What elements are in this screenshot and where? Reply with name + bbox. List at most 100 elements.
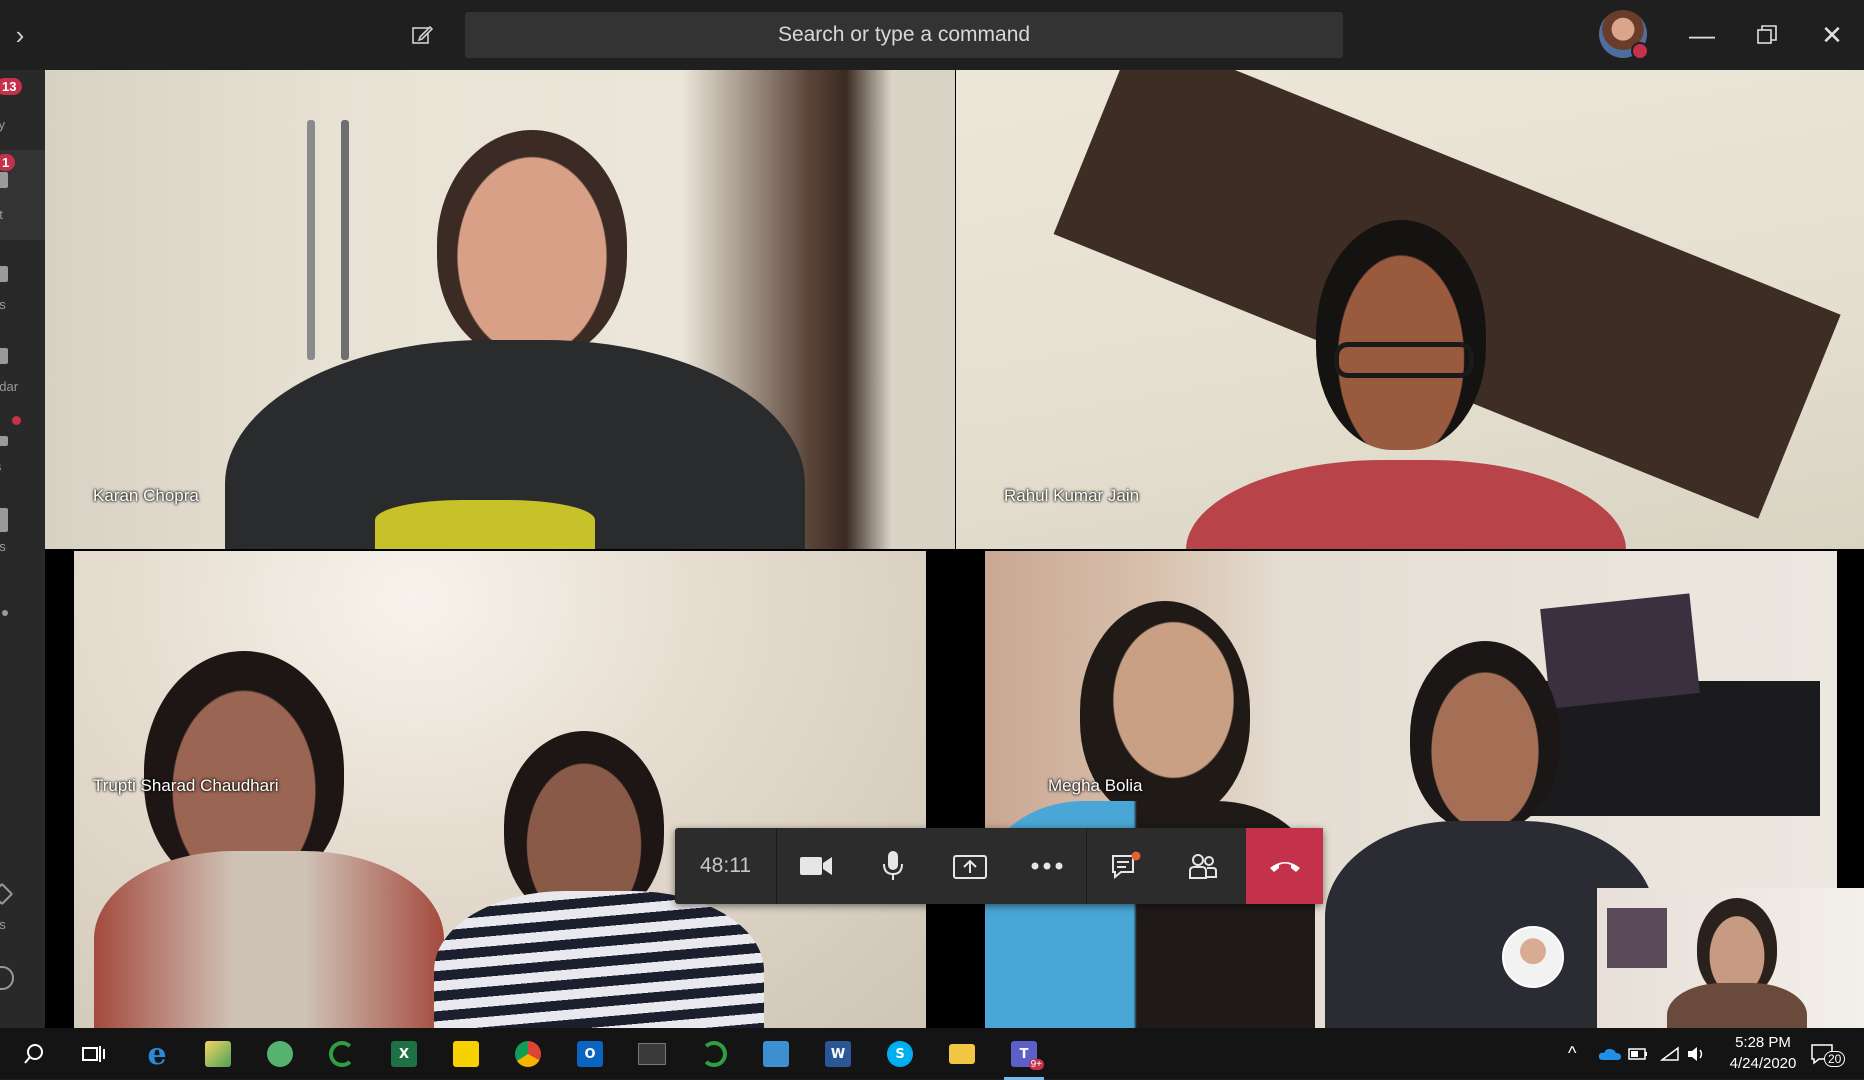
participant-body xyxy=(94,851,444,1028)
cupboard-handle xyxy=(341,120,349,360)
restore-button[interactable] xyxy=(1737,0,1797,70)
shirt-print xyxy=(375,500,595,549)
more-apps-icon[interactable] xyxy=(2,610,8,616)
minimize-button[interactable]: — xyxy=(1672,0,1732,70)
rail-item-label: ps xyxy=(0,917,6,932)
video-tile[interactable]: Karan Chopra xyxy=(45,70,955,549)
system-clock[interactable]: 5:28 PM 4/24/2020 xyxy=(1708,1032,1818,1074)
terminal-icon[interactable] xyxy=(632,1034,672,1074)
participant-body xyxy=(434,891,764,1028)
calls-icon xyxy=(0,436,8,446)
wall-frame xyxy=(1540,593,1700,709)
profile-avatar[interactable] xyxy=(1599,10,1649,60)
battery-icon[interactable] xyxy=(1628,1028,1648,1079)
activity-badge: 13 xyxy=(0,78,23,95)
participants-button[interactable] xyxy=(1164,828,1241,904)
sticky-notes-icon[interactable] xyxy=(446,1034,486,1074)
rail-item-label: ls xyxy=(0,459,1,474)
calendar-icon xyxy=(0,348,8,364)
rail-item-activity[interactable]: 13 ity xyxy=(0,70,45,150)
camera-button[interactable] xyxy=(777,828,854,904)
video-stage: Karan Chopra Rahul Kumar Jain Trupti Sha… xyxy=(45,70,1864,1028)
outlook-icon[interactable]: O xyxy=(570,1034,610,1074)
notification-count: 20 xyxy=(1824,1051,1846,1067)
rail-item-label: es xyxy=(0,539,6,554)
rail-item-label: ns xyxy=(0,297,6,312)
wall-decor xyxy=(1607,908,1667,968)
camera-icon xyxy=(799,857,832,875)
share-screen-button[interactable] xyxy=(931,828,1008,904)
calls-notification-dot xyxy=(12,416,21,425)
rail-item-calls[interactable]: ls xyxy=(0,412,45,492)
chevron-up-icon[interactable]: ^ xyxy=(1568,1028,1576,1079)
hang-up-icon xyxy=(1269,862,1300,872)
clock-time: 5:28 PM xyxy=(1735,1034,1791,1051)
teams-badge: 9+ xyxy=(1028,1059,1044,1070)
microphone-button[interactable] xyxy=(854,828,931,904)
loader-icon[interactable] xyxy=(694,1034,734,1074)
rail-item-label: ity xyxy=(0,117,5,132)
loader-icon[interactable] xyxy=(322,1034,362,1074)
participant-name: Rahul Kumar Jain xyxy=(1004,486,1140,505)
more-options-button[interactable] xyxy=(1008,828,1085,904)
action-center-icon[interactable]: 20 xyxy=(1810,1028,1846,1079)
file-explorer-icon[interactable] xyxy=(942,1034,982,1074)
rail-item-files[interactable]: es xyxy=(0,492,45,572)
rail-item-help[interactable]: p xyxy=(0,950,45,1028)
title-bar: › Search or type a command — ✕ xyxy=(0,0,1864,70)
call-controls: 48:11 xyxy=(675,828,1323,904)
participants-icon xyxy=(1188,854,1217,879)
rail-item-label: at xyxy=(0,207,3,222)
chat-icon xyxy=(1111,851,1140,880)
ellipsis-icon xyxy=(1031,862,1062,870)
chat-badge: 1 xyxy=(0,154,16,171)
participant-name: Megha Bolia xyxy=(1048,776,1143,795)
close-button[interactable]: ✕ xyxy=(1802,0,1862,70)
rail-item-apps[interactable]: ps xyxy=(0,870,45,950)
video-tile[interactable]: Trupti Sharad Chaudhari xyxy=(74,551,926,1028)
edge-icon[interactable]: e xyxy=(137,1034,177,1074)
app-rail: 13 ity 1 at ns ndar ls es ps p xyxy=(0,70,45,1028)
new-chat-icon[interactable] xyxy=(402,0,442,72)
video-tile[interactable]: Rahul Kumar Jain xyxy=(956,70,1864,549)
paint-icon[interactable] xyxy=(198,1034,238,1074)
volume-icon[interactable] xyxy=(1686,1028,1706,1079)
chevron-right-icon[interactable]: › xyxy=(0,0,40,70)
call-timer: 48:11 xyxy=(675,828,777,904)
windows-taskbar: e X O W S T 9+ ^ 5:28 PM 4/24/2020 20 xyxy=(0,1028,1864,1080)
search-input[interactable]: Search or type a command xyxy=(465,12,1343,58)
participant-name: Karan Chopra xyxy=(93,486,199,505)
teams-icon[interactable]: T 9+ xyxy=(1004,1034,1044,1080)
self-view[interactable] xyxy=(1597,888,1864,1028)
chat-button[interactable] xyxy=(1087,828,1164,904)
chat-icon xyxy=(0,172,8,188)
participant-avatar[interactable] xyxy=(1502,926,1564,988)
participant-head xyxy=(1410,641,1560,831)
self-body xyxy=(1667,983,1807,1028)
participant-head xyxy=(1316,220,1486,450)
participant-body xyxy=(1186,460,1626,549)
apps-icon xyxy=(0,882,14,906)
excel-icon[interactable]: X xyxy=(384,1034,424,1074)
chrome-icon[interactable] xyxy=(508,1034,548,1074)
wifi-icon[interactable] xyxy=(1660,1028,1680,1079)
rail-item-chat[interactable]: 1 at xyxy=(0,150,45,240)
teams-rail-icon xyxy=(0,266,8,282)
atom-icon[interactable] xyxy=(260,1034,300,1074)
hang-up-button[interactable] xyxy=(1246,828,1323,904)
share-screen-icon xyxy=(952,855,987,879)
task-view-icon[interactable] xyxy=(74,1034,114,1074)
photos-icon[interactable] xyxy=(756,1034,796,1074)
glasses xyxy=(1334,342,1474,378)
cupboard-handle xyxy=(307,120,315,360)
rail-item-teams[interactable]: ns xyxy=(0,250,45,330)
onedrive-icon[interactable] xyxy=(1598,1028,1622,1079)
rail-item-label: ndar xyxy=(0,379,19,394)
microphone-icon xyxy=(882,851,903,880)
word-icon[interactable]: W xyxy=(818,1034,858,1074)
search-icon[interactable] xyxy=(14,1034,54,1074)
rail-item-calendar[interactable]: ndar xyxy=(0,332,45,412)
participant-head xyxy=(437,130,627,360)
skype-icon[interactable]: S xyxy=(880,1034,920,1074)
files-icon xyxy=(0,508,8,532)
